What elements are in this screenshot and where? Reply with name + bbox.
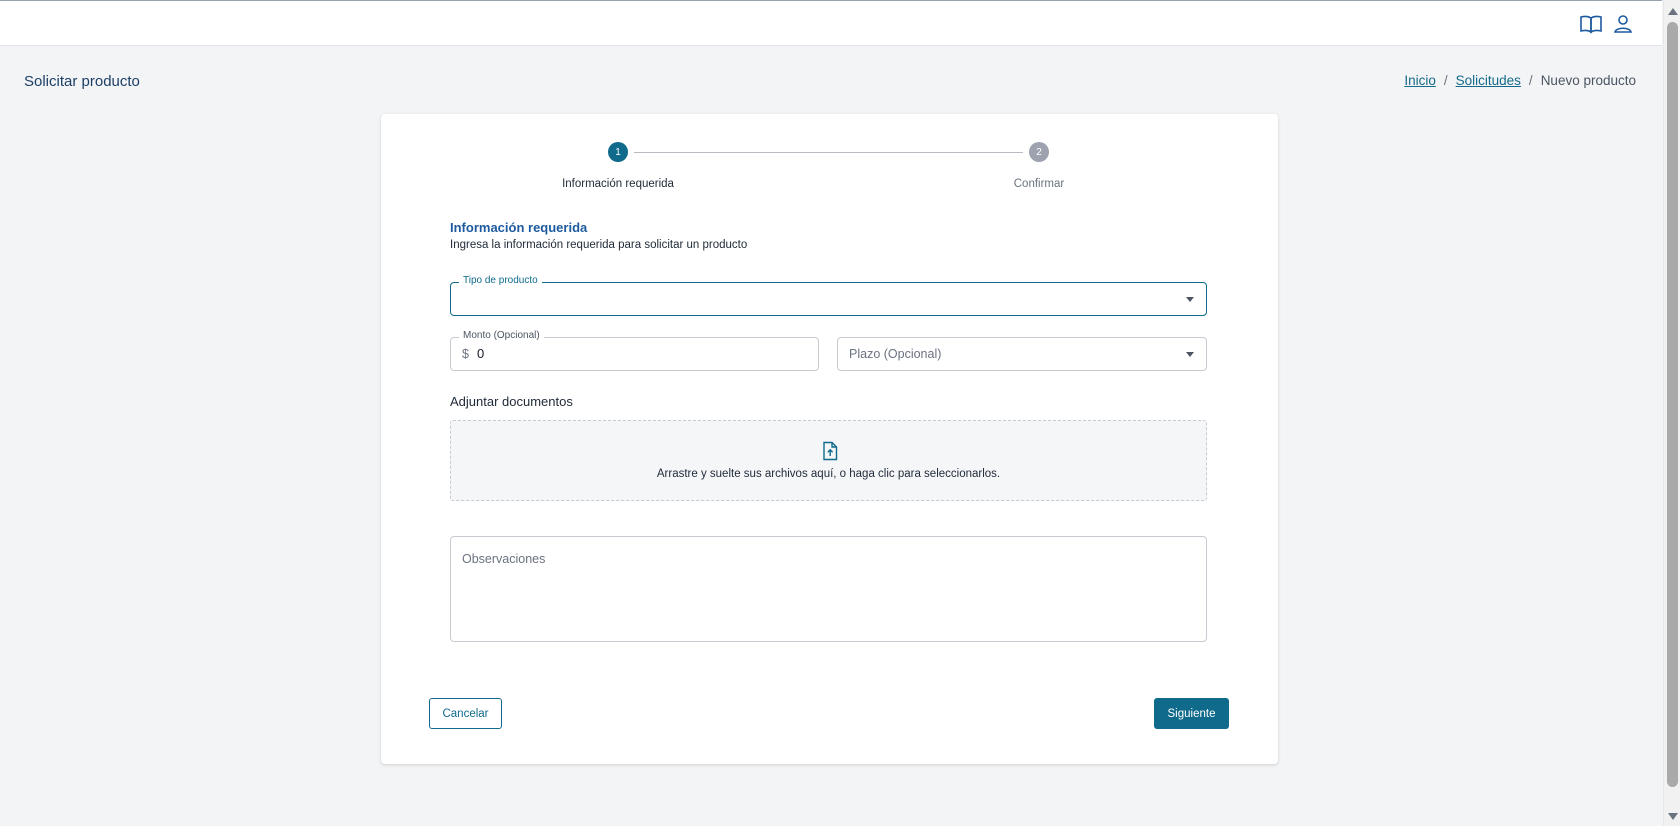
currency-prefix: $ xyxy=(462,347,469,361)
scrollbar[interactable] xyxy=(1663,0,1680,826)
observaciones-textarea[interactable]: Observaciones xyxy=(450,536,1207,642)
step-1-label: Información requerida xyxy=(562,178,674,190)
file-dropzone[interactable]: Arrastre y suelte sus archivos aquí, o h… xyxy=(450,420,1207,501)
file-upload-icon xyxy=(820,441,840,461)
next-button[interactable]: Siguiente xyxy=(1154,698,1229,729)
section-title: Información requerida xyxy=(450,220,588,235)
page-title: Solicitar producto xyxy=(24,73,140,90)
monto-label: Monto (Opcional) xyxy=(459,330,544,341)
cancel-button[interactable]: Cancelar xyxy=(429,698,502,729)
user-icon[interactable] xyxy=(1610,11,1636,37)
section-subtitle: Ingresa la información requerida para so… xyxy=(450,239,748,251)
attach-label: Adjuntar documentos xyxy=(450,394,573,409)
chevron-down-icon xyxy=(1186,352,1194,357)
monto-value: 0 xyxy=(477,346,485,361)
form-card: 1 2 Información requerida Confirmar Info… xyxy=(381,114,1278,764)
step-2-indicator: 2 xyxy=(1029,142,1049,162)
scroll-down-arrow-icon[interactable] xyxy=(1668,813,1678,820)
breadcrumb-current: Nuevo producto xyxy=(1540,73,1636,88)
monto-input[interactable]: Monto (Opcional) $ 0 xyxy=(450,330,819,371)
dropzone-text: Arrastre y suelte sus archivos aquí, o h… xyxy=(656,468,1001,480)
observaciones-placeholder: Observaciones xyxy=(462,552,546,566)
breadcrumb-separator: / xyxy=(1443,73,1448,88)
plazo-select[interactable]: Plazo (Opcional) xyxy=(837,337,1207,371)
breadcrumb-solicitudes[interactable]: Solicitudes xyxy=(1456,73,1521,88)
plazo-placeholder: Plazo (Opcional) xyxy=(849,347,942,361)
top-bar xyxy=(0,0,1662,46)
tipo-producto-label: Tipo de producto xyxy=(459,275,542,286)
breadcrumb-separator: / xyxy=(1528,73,1533,88)
step-1-indicator: 1 xyxy=(608,142,628,162)
step-2-label: Confirmar xyxy=(1013,178,1065,190)
breadcrumb-inicio[interactable]: Inicio xyxy=(1404,73,1436,88)
stepper-connector xyxy=(634,152,1023,153)
book-icon[interactable] xyxy=(1578,11,1604,37)
breadcrumb: Inicio / Solicitudes / Nuevo producto xyxy=(1404,73,1636,88)
scrollbar-thumb[interactable] xyxy=(1667,22,1678,787)
tipo-producto-select[interactable]: Tipo de producto xyxy=(450,275,1207,316)
scroll-up-arrow-icon[interactable] xyxy=(1668,8,1678,15)
chevron-down-icon xyxy=(1186,297,1194,302)
